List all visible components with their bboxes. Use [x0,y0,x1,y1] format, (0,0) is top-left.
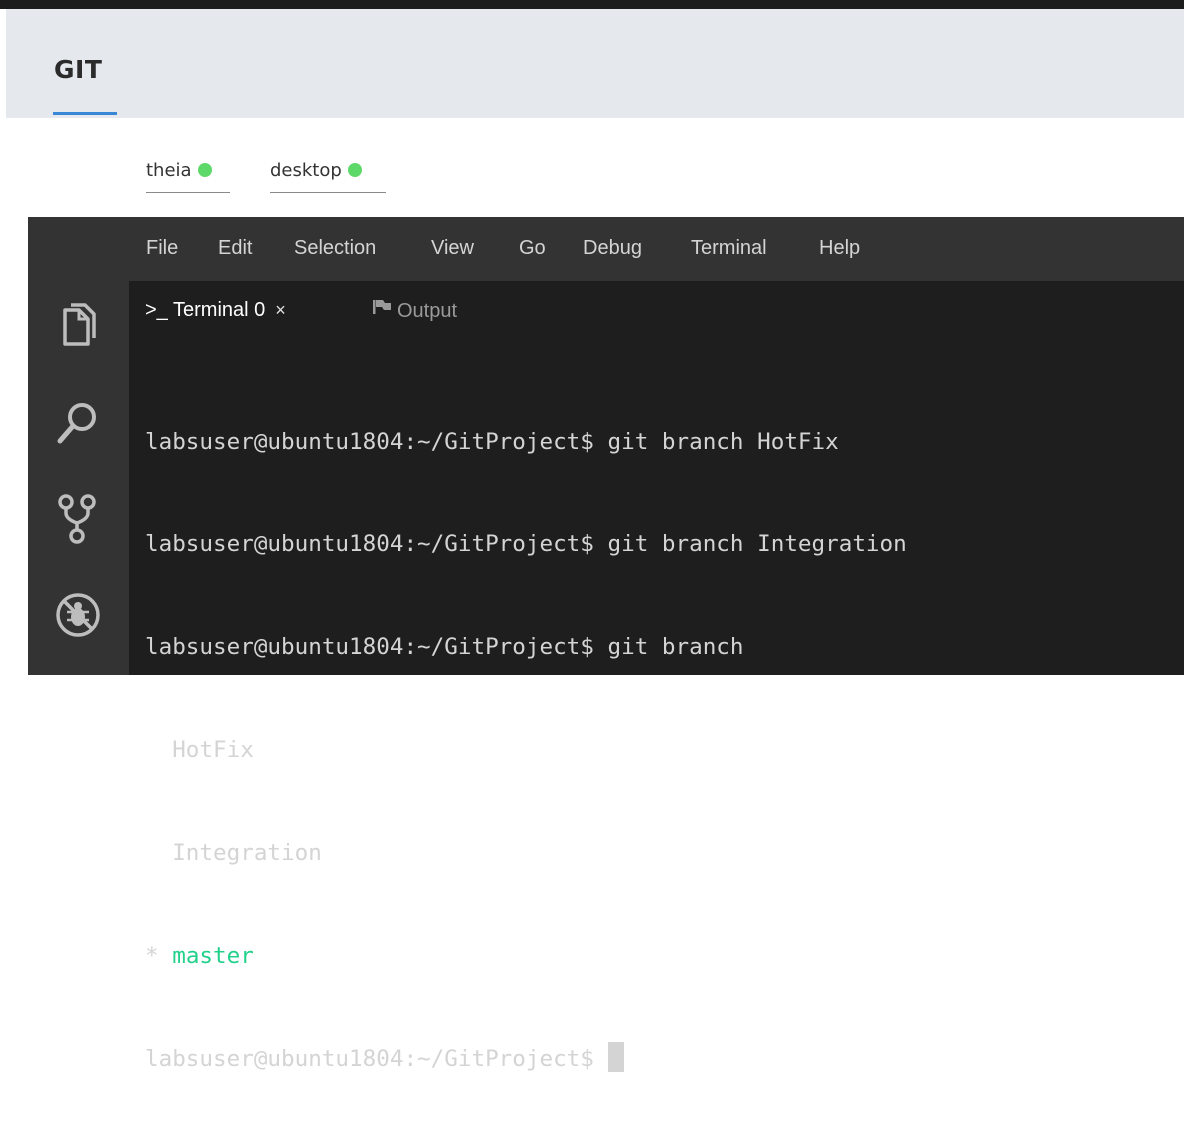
env-tab-desktop[interactable]: desktop [270,160,386,193]
page-header: GIT [6,9,1184,118]
files-icon[interactable] [50,297,106,353]
menu-bar: File Edit Selection View Go Debug Termin… [28,217,1184,281]
menu-view[interactable]: View [431,237,474,260]
menu-file[interactable]: File [146,237,178,260]
tab-terminal-label: Terminal 0 [173,299,266,321]
menu-go[interactable]: Go [519,237,546,260]
page-title: GIT [54,55,103,84]
terminal-line: HotFix [145,737,254,764]
terminal-cursor [607,1041,624,1072]
terminal-line: labsuser@ubuntu1804:~/GitProject$ git br… [145,634,744,661]
terminal-prompt: labsuser@ubuntu1804:~/GitProject$ [145,1045,608,1072]
activity-bar [28,281,129,675]
source-control-icon[interactable] [50,491,106,547]
tab-terminal[interactable]: >_ Terminal 0 × [145,299,286,322]
flag-icon [373,300,391,314]
env-tab-label: theia [146,160,192,181]
menu-edit[interactable]: Edit [218,237,252,260]
menu-terminal[interactable]: Terminal [691,237,767,260]
tab-output-label: Output [397,300,458,322]
search-icon[interactable] [50,395,106,451]
debug-icon[interactable] [50,587,106,643]
terminal-prompt-icon: >_ [145,299,168,321]
terminal-line: Integration [145,840,322,867]
env-tab-theia[interactable]: theia [146,160,230,193]
menu-help[interactable]: Help [819,237,860,260]
current-branch-marker: * [145,943,173,970]
top-bar [0,0,1184,9]
status-dot-icon [347,163,362,177]
env-tab-label: desktop [270,160,342,181]
ide-window: File Edit Selection View Go Debug Termin… [28,217,1184,1072]
terminal-prompt-line: labsuser@ubuntu1804:~/GitProject$ [145,1041,907,1076]
terminal-line: labsuser@ubuntu1804:~/GitProject$ git br… [145,428,839,455]
terminal-line-current-branch: * master [145,939,907,973]
terminal-line: labsuser@ubuntu1804:~/GitProject$ git br… [145,531,907,558]
current-branch: master [172,943,254,970]
close-icon[interactable]: × [275,300,286,320]
menu-selection[interactable]: Selection [294,237,376,260]
title-underline [53,112,117,115]
terminal-output[interactable]: labsuser@ubuntu1804:~/GitProject$ git br… [145,356,907,1145]
menu-debug[interactable]: Debug [583,237,642,260]
tab-output[interactable]: Output [373,299,457,323]
terminal-panel: >_ Terminal 0 × Output labsuser@ubuntu180… [129,281,1184,1072]
status-dot-icon [197,163,212,177]
